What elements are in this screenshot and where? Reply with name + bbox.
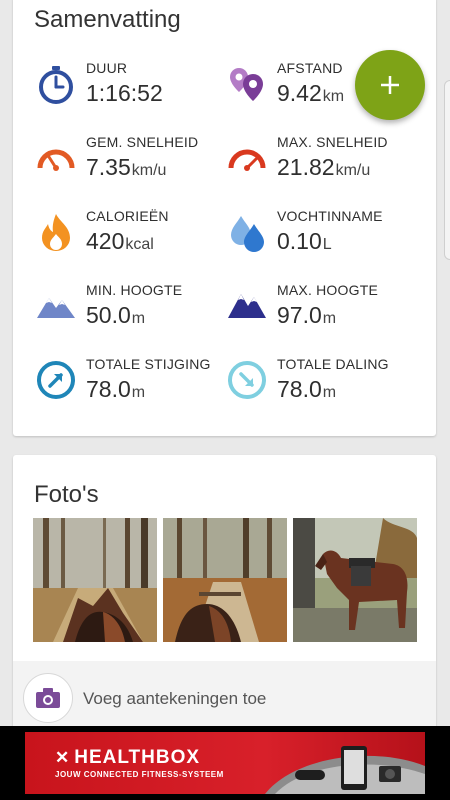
speedometer-max-icon bbox=[228, 149, 266, 171]
stat-label: MIN. HOOGTE bbox=[86, 282, 183, 298]
photo-image bbox=[33, 518, 157, 642]
summary-title: Samenvatting bbox=[34, 6, 181, 33]
stat-avg-speed: GEM. SNELHEID 7.35km/u bbox=[36, 134, 236, 194]
ad-brand: ✕ HEALTHBOX bbox=[55, 747, 201, 768]
stat-total-ascent: TOTALE STIJGING 78.0m bbox=[36, 356, 236, 416]
mountain-dark-icon bbox=[228, 294, 266, 318]
stat-label: MAX. SNELHEID bbox=[277, 134, 388, 150]
flame-icon bbox=[42, 214, 70, 251]
add-button[interactable] bbox=[355, 50, 425, 120]
ad-banner[interactable]: ✕ HEALTHBOX JOUW CONNECTED FITNESS-SYSTEE… bbox=[25, 732, 425, 794]
stat-label: DUUR bbox=[86, 60, 128, 76]
stat-label: MAX. HOOGTE bbox=[277, 282, 378, 298]
stat-value: 97.0m bbox=[277, 302, 337, 328]
stat-value: 78.0m bbox=[86, 376, 146, 402]
stat-label: AFSTAND bbox=[277, 60, 343, 76]
plus-icon bbox=[381, 76, 399, 94]
stat-hydration: VOCHTINNAME 0.10L bbox=[227, 208, 427, 268]
stat-label: TOTALE STIJGING bbox=[86, 356, 211, 372]
photo-forest-horse-ears[interactable] bbox=[33, 518, 157, 642]
speedometer-icon bbox=[37, 149, 75, 171]
arrow-down-circle-icon bbox=[228, 361, 266, 399]
stat-value: 420kcal bbox=[86, 228, 154, 254]
photo-image bbox=[293, 518, 417, 642]
ad-container: ✕ HEALTHBOX JOUW CONNECTED FITNESS-SYSTEE… bbox=[0, 726, 450, 800]
add-notes-bar[interactable]: Voeg aantekeningen toe bbox=[13, 661, 436, 730]
fitness-device-image bbox=[265, 746, 425, 794]
stat-duration: DUUR 1:16:52 bbox=[36, 60, 236, 120]
camera-button[interactable] bbox=[23, 673, 73, 723]
arrow-up-circle-icon bbox=[37, 361, 75, 399]
stat-label: GEM. SNELHEID bbox=[86, 134, 199, 150]
water-drops-icon bbox=[231, 216, 264, 252]
stat-value: 1:16:52 bbox=[86, 80, 163, 106]
stopwatch-icon bbox=[39, 66, 73, 104]
stat-label: TOTALE DALING bbox=[277, 356, 389, 372]
stat-value: 21.82km/u bbox=[277, 154, 371, 180]
photos-title: Foto's bbox=[34, 481, 99, 508]
add-notes-label: Voeg aantekeningen toe bbox=[83, 689, 267, 708]
stat-calories: CALORIEËN 420kcal bbox=[36, 208, 236, 268]
stat-max-altitude: MAX. HOOGTE 97.0m bbox=[227, 282, 427, 342]
photos-card: Foto's Voeg aantekeningen toe bbox=[13, 455, 436, 730]
side-panel-edge[interactable] bbox=[444, 80, 450, 260]
map-pins-icon bbox=[230, 68, 263, 101]
stat-label: CALORIEËN bbox=[86, 208, 169, 224]
stat-min-altitude: MIN. HOOGTE 50.0m bbox=[36, 282, 236, 342]
stat-value: 9.42km bbox=[277, 80, 345, 106]
photo-horse-saddled[interactable] bbox=[293, 518, 417, 642]
stat-value: 78.0m bbox=[277, 376, 337, 402]
stat-total-descent: TOTALE DALING 78.0m bbox=[227, 356, 427, 416]
stat-value: 7.35km/u bbox=[86, 154, 167, 180]
mountain-light-icon bbox=[37, 298, 75, 318]
photo-forest-trail-horse[interactable] bbox=[163, 518, 287, 642]
stat-value: 0.10L bbox=[277, 228, 332, 254]
stat-max-speed: MAX. SNELHEID 21.82km/u bbox=[227, 134, 427, 194]
ad-logo-mark: ✕ bbox=[55, 748, 71, 767]
stat-value: 50.0m bbox=[86, 302, 146, 328]
stat-label: VOCHTINNAME bbox=[277, 208, 383, 224]
photo-image bbox=[163, 518, 287, 642]
camera-icon bbox=[36, 688, 60, 708]
ad-tagline: JOUW CONNECTED FITNESS-SYSTEEM bbox=[55, 770, 224, 779]
